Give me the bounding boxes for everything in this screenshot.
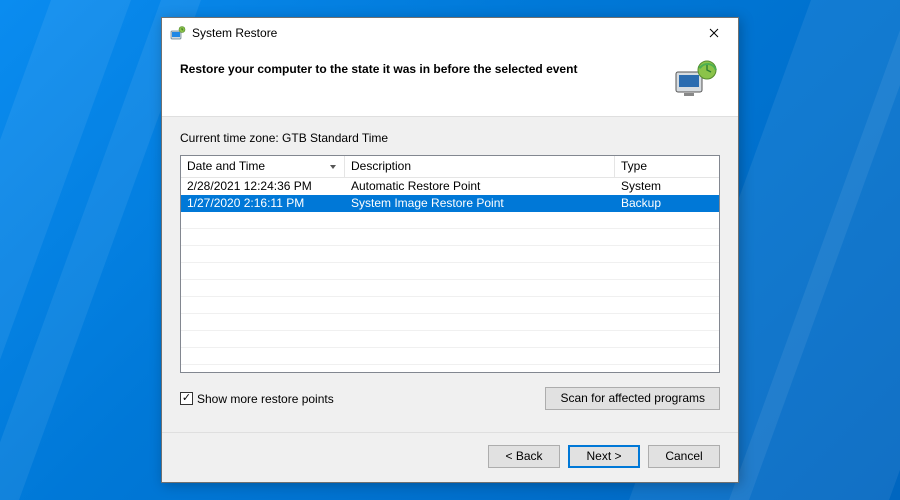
scan-affected-button[interactable]: Scan for affected programs (545, 387, 720, 410)
dialog-footer: < Back Next > Cancel (162, 432, 738, 482)
check-icon: ✓ (182, 393, 191, 404)
checkbox-label: Show more restore points (197, 392, 334, 406)
table-row[interactable]: 1/27/2020 2:16:11 PM System Image Restor… (181, 195, 719, 212)
table-row[interactable]: 2/28/2021 12:24:36 PM Automatic Restore … (181, 178, 719, 195)
column-header-description[interactable]: Description (345, 156, 615, 177)
column-header-type[interactable]: Type (615, 156, 719, 177)
grid-body: 2/28/2021 12:24:36 PM Automatic Restore … (181, 178, 719, 365)
window-title: System Restore (192, 26, 277, 40)
back-button[interactable]: < Back (488, 445, 560, 468)
cancel-button[interactable]: Cancel (648, 445, 720, 468)
system-restore-dialog: System Restore Restore your computer to … (161, 17, 739, 483)
page-title: Restore your computer to the state it wa… (180, 58, 672, 76)
close-button[interactable] (691, 19, 736, 47)
cell-date: 1/27/2020 2:16:11 PM (181, 195, 345, 212)
cell-description: System Image Restore Point (345, 195, 615, 212)
show-more-checkbox[interactable]: ✓ Show more restore points (180, 392, 334, 406)
cell-type: System (615, 178, 719, 195)
timezone-label: Current time zone: GTB Standard Time (180, 131, 720, 145)
close-icon (709, 28, 719, 38)
cell-type: Backup (615, 195, 719, 212)
checkbox-box: ✓ (180, 392, 193, 405)
grid-empty-area (181, 212, 719, 365)
app-icon (170, 25, 186, 41)
dialog-header: Restore your computer to the state it wa… (162, 48, 738, 116)
restore-points-grid[interactable]: Date and Time Description Type 2/28/2021… (180, 155, 720, 373)
next-button[interactable]: Next > (568, 445, 640, 468)
cell-date: 2/28/2021 12:24:36 PM (181, 178, 345, 195)
titlebar: System Restore (162, 18, 738, 48)
grid-footer-row: ✓ Show more restore points Scan for affe… (180, 387, 720, 410)
grid-header: Date and Time Description Type (181, 156, 719, 178)
dialog-content: Current time zone: GTB Standard Time Dat… (162, 116, 738, 432)
restore-icon (672, 58, 720, 98)
column-header-date[interactable]: Date and Time (181, 156, 345, 177)
cell-description: Automatic Restore Point (345, 178, 615, 195)
